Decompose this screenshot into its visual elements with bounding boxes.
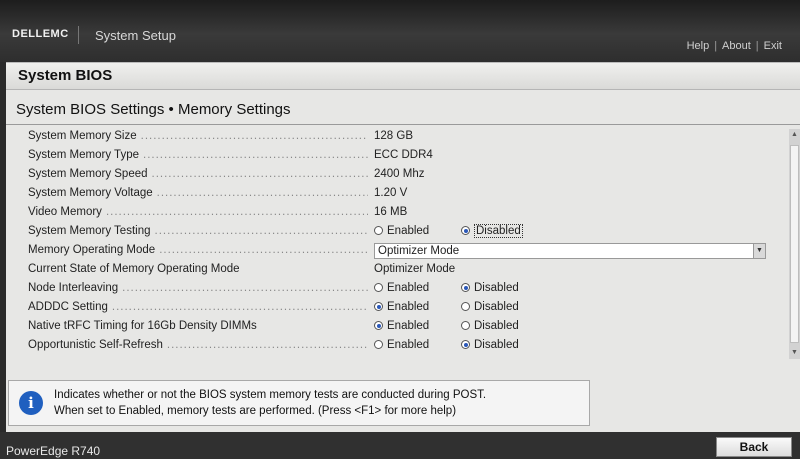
radio-off-icon xyxy=(374,340,383,349)
select-value: Optimizer Mode xyxy=(378,245,460,257)
about-link[interactable]: About xyxy=(722,40,751,52)
setting-row: Video Memory............................… xyxy=(28,206,408,218)
setting-label: System Memory Testing xyxy=(28,225,151,237)
setting-row: Current State of Memory Operating Mode O… xyxy=(6,262,786,280)
scroll-up-icon[interactable]: ▲ xyxy=(789,129,800,141)
setting-value: 1.20 V xyxy=(374,187,408,199)
setting-label: Video Memory xyxy=(28,206,102,218)
memory-mode-select[interactable]: Optimizer Mode ▼ xyxy=(374,243,766,259)
radio-on-icon xyxy=(374,321,383,330)
radio-disabled[interactable]: Disabled xyxy=(461,282,519,294)
chevron-down-icon[interactable]: ▼ xyxy=(753,244,765,258)
section-title: System BIOS xyxy=(18,67,113,84)
dell-emc-logo: DELLEMC xyxy=(12,28,69,40)
radio-disabled[interactable]: Disabled xyxy=(461,339,519,351)
header-links: Help | About | Exit xyxy=(686,40,782,52)
setting-value: 128 GB xyxy=(374,130,413,142)
setting-row: System Memory Voltage...................… xyxy=(28,187,408,199)
page-title: System BIOS Settings • Memory Settings xyxy=(16,101,291,118)
bottom-bar: PowerEdge R740 Back xyxy=(0,432,800,459)
radio-enabled[interactable]: Enabled xyxy=(374,282,429,294)
top-bar: DELLEMC System Setup Help | About | Exit xyxy=(0,0,800,62)
radio-on-icon xyxy=(461,226,470,235)
info-icon: i xyxy=(19,391,43,415)
setting-label: System Memory Size xyxy=(28,130,137,142)
server-model: PowerEdge R740 xyxy=(6,444,101,458)
radio-enabled[interactable]: Enabled xyxy=(374,339,429,351)
help-link[interactable]: Help xyxy=(687,40,710,52)
radio-off-icon xyxy=(374,283,383,292)
setting-row-node-interleaving: Node Interleaving.......................… xyxy=(28,282,519,294)
setting-row: System Memory Speed.....................… xyxy=(28,168,425,180)
page-header: System BIOS Settings • Memory Settings xyxy=(6,96,800,125)
setting-label: Node Interleaving xyxy=(28,282,119,294)
help-text-line2: When set to Enabled, memory tests are pe… xyxy=(54,405,457,417)
setting-label: ADDDC Setting xyxy=(28,301,108,313)
radio-off-icon xyxy=(461,302,470,311)
radio-off-icon xyxy=(461,321,470,330)
main-panel: System BIOS System BIOS Settings • Memor… xyxy=(6,62,800,432)
scroll-down-icon[interactable]: ▼ xyxy=(789,347,800,359)
radio-off-icon xyxy=(374,226,383,235)
setting-label: Opportunistic Self-Refresh xyxy=(28,339,163,351)
setting-label: System Memory Type xyxy=(28,149,139,161)
setting-value: 16 MB xyxy=(374,206,408,218)
setting-label: Native tRFC Timing for 16Gb Density DIMM… xyxy=(28,320,257,332)
setting-label: System Memory Speed xyxy=(28,168,148,180)
setting-value: ECC DDR4 xyxy=(374,149,433,161)
radio-disabled[interactable]: Disabled xyxy=(461,320,519,332)
setting-row: System Memory Size......................… xyxy=(28,130,413,142)
setting-value: Optimizer Mode xyxy=(374,263,456,275)
scroll-thumb[interactable] xyxy=(790,145,799,343)
setting-label: Current State of Memory Operating Mode xyxy=(28,263,240,275)
setting-value: 2400 Mhz xyxy=(374,168,425,180)
help-box: i Indicates whether or not the BIOS syst… xyxy=(8,380,590,426)
setting-row-operating-mode: Memory Operating Mode...................… xyxy=(6,243,786,261)
setting-row-adddc: ADDDC Setting...........................… xyxy=(28,301,519,313)
radio-enabled[interactable]: Enabled xyxy=(374,225,429,237)
section-header: System BIOS xyxy=(6,62,800,90)
setting-row: System Memory Type......................… xyxy=(28,149,433,161)
radio-enabled[interactable]: Enabled xyxy=(374,301,429,313)
radio-on-icon xyxy=(461,340,470,349)
header-divider xyxy=(78,26,79,44)
exit-link[interactable]: Exit xyxy=(764,40,782,52)
scrollbar[interactable]: ▲ ▼ xyxy=(789,129,800,359)
radio-disabled[interactable]: Disabled xyxy=(461,224,523,238)
radio-on-icon xyxy=(374,302,383,311)
radio-on-icon xyxy=(461,283,470,292)
setting-row-self-refresh: Opportunistic Self-Refresh..............… xyxy=(28,339,519,351)
setting-label: System Memory Voltage xyxy=(28,187,153,199)
settings-list: System Memory Size......................… xyxy=(6,129,786,359)
help-text-line1: Indicates whether or not the BIOS system… xyxy=(54,389,487,401)
setting-label: Memory Operating Mode xyxy=(28,244,156,256)
radio-disabled[interactable]: Disabled xyxy=(461,301,519,313)
setting-row-trfc: Native tRFC Timing for 16Gb Density DIMM… xyxy=(6,319,786,337)
setting-row-memory-testing: System Memory Testing...................… xyxy=(28,224,523,238)
radio-enabled[interactable]: Enabled xyxy=(374,320,429,332)
app-title: System Setup xyxy=(95,28,176,43)
back-button[interactable]: Back xyxy=(716,437,792,457)
